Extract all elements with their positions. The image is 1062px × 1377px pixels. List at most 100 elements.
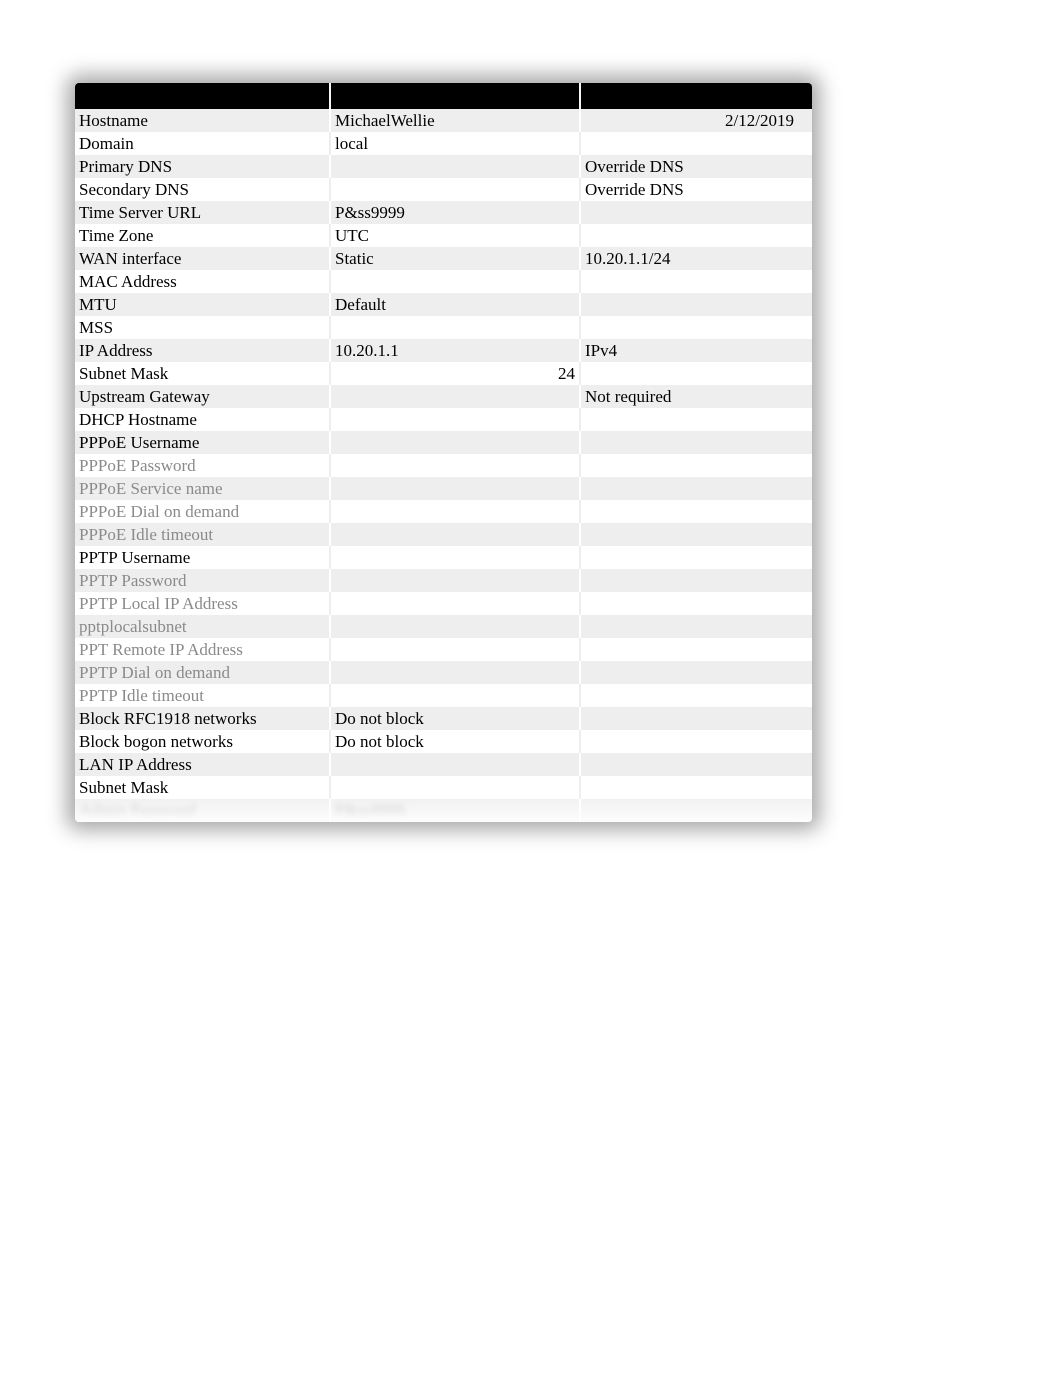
table-row: IP Address10.20.1.1IPv4 <box>75 339 812 362</box>
cell-comment <box>580 523 812 546</box>
cell-comment: 10.20.1.1/24 <box>580 247 812 270</box>
table-row: PPTP Idle timeout <box>75 684 812 707</box>
cell-label: Secondary DNS <box>75 178 330 201</box>
table-row: pptplocalsubnet <box>75 615 812 638</box>
cell-label: LAN IP Address <box>75 753 330 776</box>
cell-settings <box>330 270 580 293</box>
table-row: WAN interfaceStatic10.20.1.1/24 <box>75 247 812 270</box>
table-row: PPPoE Service name <box>75 477 812 500</box>
cell-comment <box>580 661 812 684</box>
cell-settings: P&ss9999 <box>330 799 580 822</box>
cell-comment <box>580 753 812 776</box>
cell-settings <box>330 385 580 408</box>
cell-label: PPPoE Idle timeout <box>75 523 330 546</box>
cell-comment <box>580 707 812 730</box>
cell-comment <box>580 684 812 707</box>
table-row: Subnet Mask24 <box>75 362 812 385</box>
cell-settings: 24 <box>330 362 580 385</box>
cell-settings: P&ss9999 <box>330 201 580 224</box>
cell-comment <box>580 569 812 592</box>
table-row: Block bogon networksDo not block <box>75 730 812 753</box>
table-row: DHCP Hostname <box>75 408 812 431</box>
cell-label: PPPoE Service name <box>75 477 330 500</box>
cell-label: PPTP Password <box>75 569 330 592</box>
cell-comment: IPv4 <box>580 339 812 362</box>
cell-settings <box>330 431 580 454</box>
table-row: Primary DNSOverride DNS <box>75 155 812 178</box>
table-row: Time Server URLP&ss9999 <box>75 201 812 224</box>
cell-comment <box>580 592 812 615</box>
cell-settings: Do not block <box>330 730 580 753</box>
cell-label: Block RFC1918 networks <box>75 707 330 730</box>
header-settings: Settings <box>330 83 580 109</box>
cell-settings <box>330 661 580 684</box>
cell-settings <box>330 500 580 523</box>
cell-label: Upstream Gateway <box>75 385 330 408</box>
cell-comment <box>580 500 812 523</box>
cell-comment <box>580 799 812 822</box>
cell-comment <box>580 362 812 385</box>
cell-comment: 2/12/2019 <box>580 109 812 132</box>
cell-settings: Do not block <box>330 707 580 730</box>
cell-settings <box>330 178 580 201</box>
table-row: PPT Remote IP Address <box>75 638 812 661</box>
cell-comment <box>580 316 812 339</box>
table-row: PPPoE Username <box>75 431 812 454</box>
cell-settings <box>330 592 580 615</box>
config-table: Physical Configuration Settings Comment … <box>75 83 812 822</box>
cell-label: Block bogon networks <box>75 730 330 753</box>
table-row: Block RFC1918 networksDo not block <box>75 707 812 730</box>
cell-settings <box>330 408 580 431</box>
table-row: PPTP Password <box>75 569 812 592</box>
cell-comment: Not required <box>580 385 812 408</box>
table-row: PPPoE Idle timeout <box>75 523 812 546</box>
cell-label: WAN interface <box>75 247 330 270</box>
cell-settings: 10.20.1.1 <box>330 339 580 362</box>
cell-settings <box>330 155 580 178</box>
table-row: MSS <box>75 316 812 339</box>
table-row: PPPoE Password <box>75 454 812 477</box>
cell-comment <box>580 546 812 569</box>
cell-settings <box>330 546 580 569</box>
cell-label: PPTP Dial on demand <box>75 661 330 684</box>
cell-label: MSS <box>75 316 330 339</box>
header-physical-configuration: Physical Configuration <box>75 83 330 109</box>
cell-comment <box>580 224 812 247</box>
table-row: PPTP Dial on demand <box>75 661 812 684</box>
cell-label: DHCP Hostname <box>75 408 330 431</box>
cell-comment <box>580 201 812 224</box>
table-row: MAC Address <box>75 270 812 293</box>
cell-label: PPPoE Username <box>75 431 330 454</box>
cell-comment <box>580 638 812 661</box>
table-row: Upstream Gateway Not required <box>75 385 812 408</box>
cell-label: PPPoE Dial on demand <box>75 500 330 523</box>
cell-comment <box>580 293 812 316</box>
cell-settings <box>330 316 580 339</box>
cell-comment <box>580 270 812 293</box>
cell-comment <box>580 477 812 500</box>
cell-label: PPPoE Password <box>75 454 330 477</box>
cell-label: MAC Address <box>75 270 330 293</box>
cell-comment <box>580 408 812 431</box>
cell-settings <box>330 684 580 707</box>
cell-settings <box>330 615 580 638</box>
cell-comment <box>580 615 812 638</box>
cell-label: Admin Password <box>75 799 330 822</box>
cell-label: PPT Remote IP Address <box>75 638 330 661</box>
table-row: Subnet Mask <box>75 776 812 799</box>
cell-settings <box>330 477 580 500</box>
table-row: PPTP Username <box>75 546 812 569</box>
cell-comment <box>580 132 812 155</box>
cell-settings <box>330 753 580 776</box>
cell-settings <box>330 638 580 661</box>
cell-label: Subnet Mask <box>75 776 330 799</box>
cell-label: PPTP Idle timeout <box>75 684 330 707</box>
table-row: MTUDefault <box>75 293 812 316</box>
cell-label: PPTP Username <box>75 546 330 569</box>
config-table-container: Physical Configuration Settings Comment … <box>75 83 812 822</box>
table-row: PPPoE Dial on demand <box>75 500 812 523</box>
table-header-row: Physical Configuration Settings Comment <box>75 83 812 109</box>
cell-comment <box>580 776 812 799</box>
table-row: LAN IP Address <box>75 753 812 776</box>
cell-settings <box>330 569 580 592</box>
